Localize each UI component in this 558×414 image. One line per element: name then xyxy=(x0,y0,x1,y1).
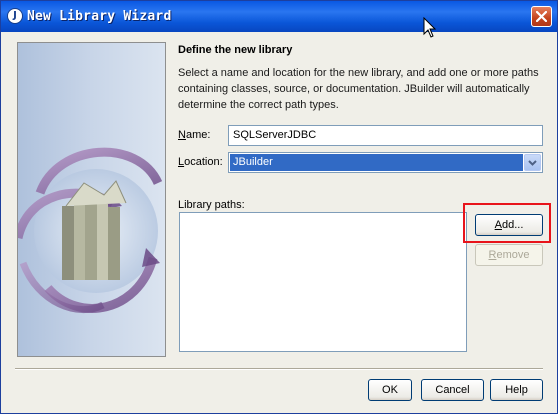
location-selected-value: JBuilder xyxy=(230,154,523,171)
name-label-text: ame: xyxy=(185,129,211,141)
ok-button[interactable]: OK xyxy=(368,379,412,401)
location-label-text: ocation: xyxy=(184,156,223,168)
add-button-text: dd... xyxy=(501,219,524,231)
title-bar[interactable]: J New Library Wizard xyxy=(1,1,557,32)
cancel-button[interactable]: Cancel xyxy=(421,379,484,401)
library-paths-list[interactable] xyxy=(179,212,467,352)
jbuilder-app-icon: J xyxy=(7,8,23,24)
name-field[interactable]: SQLServerJDBC xyxy=(228,125,543,146)
help-button[interactable]: Help xyxy=(490,379,543,401)
location-label: Location: xyxy=(178,156,223,168)
close-button[interactable] xyxy=(531,6,552,27)
window-title: New Library Wizard xyxy=(27,9,172,24)
close-icon xyxy=(536,11,547,22)
name-label: Name: xyxy=(178,129,210,141)
name-label-accelerator: N xyxy=(178,129,186,141)
add-button-accelerator: A xyxy=(494,219,502,231)
remove-button[interactable]: Remove xyxy=(475,244,543,266)
library-paths-label: Library paths: xyxy=(178,199,245,211)
footer-separator xyxy=(15,368,543,370)
add-button[interactable]: Add... xyxy=(475,214,543,236)
remove-button-text: emove xyxy=(496,249,530,261)
chevron-down-icon xyxy=(528,160,537,166)
wizard-illustration xyxy=(17,42,166,357)
page-heading: Define the new library xyxy=(178,44,293,56)
location-dropdown[interactable]: JBuilder xyxy=(228,152,543,173)
mouse-cursor-icon xyxy=(423,17,437,38)
location-dropdown-button[interactable] xyxy=(524,154,541,171)
library-books-illustration xyxy=(18,147,163,313)
new-library-wizard-dialog: J New Library Wizard Define the new libr… xyxy=(0,0,558,414)
page-description: Select a name and location for the new l… xyxy=(178,67,539,111)
